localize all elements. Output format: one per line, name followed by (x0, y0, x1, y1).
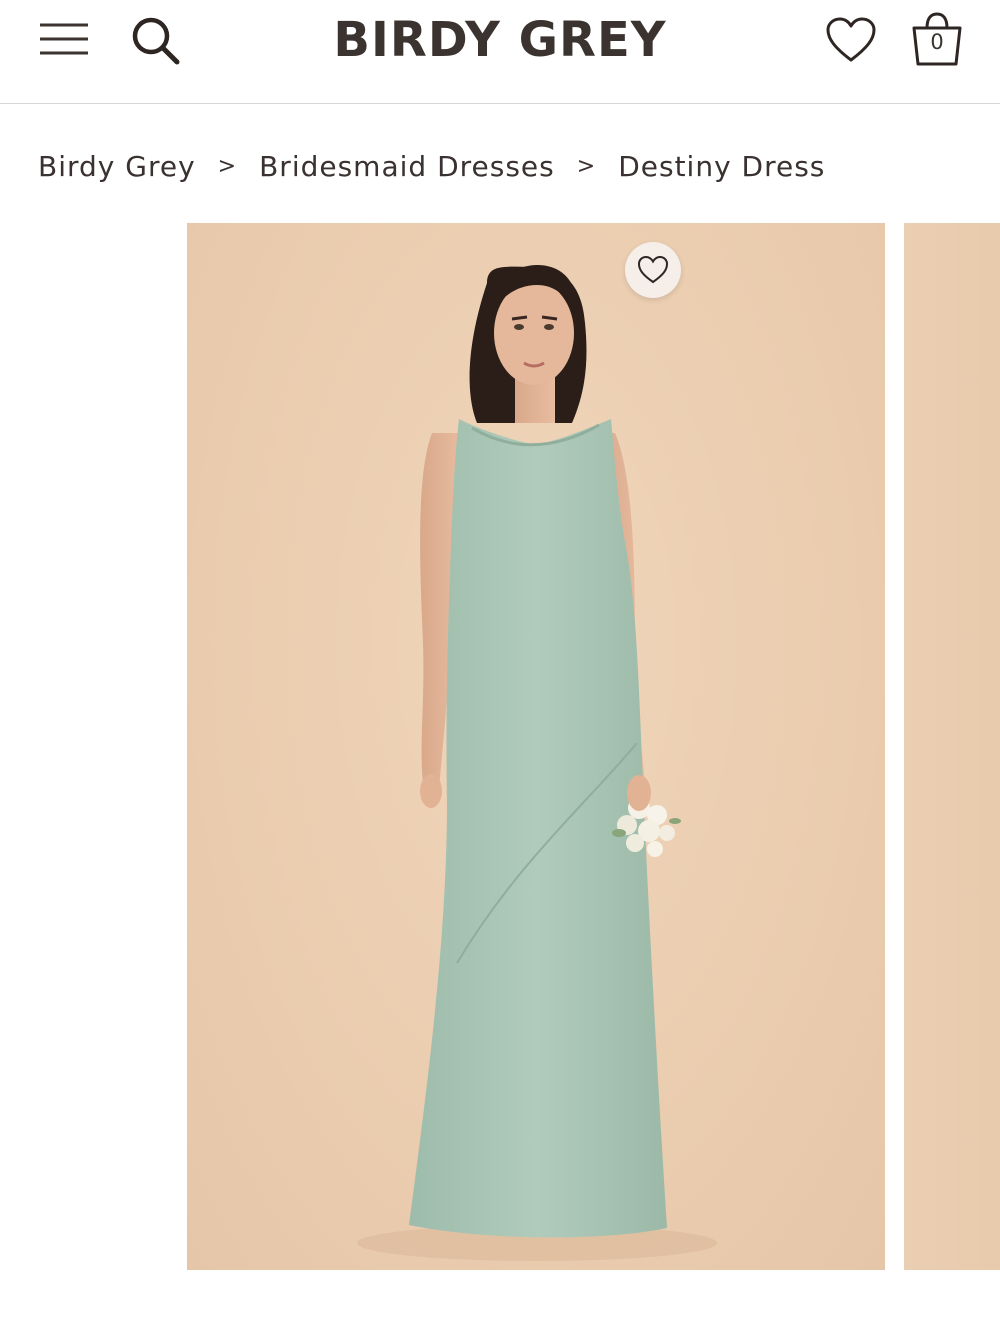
breadcrumb-separator: > (217, 153, 238, 179)
menu-button[interactable] (36, 14, 92, 64)
product-photo (357, 265, 717, 1261)
search-icon (132, 17, 180, 65)
shopping-bag-button[interactable]: 0 (906, 8, 968, 70)
breadcrumb-category[interactable]: Bridesmaid Dresses (259, 150, 555, 183)
product-image-main[interactable] (187, 223, 885, 1270)
breadcrumb: Birdy Grey > Bridesmaid Dresses > Destin… (38, 144, 825, 188)
breadcrumb-separator: > (576, 153, 597, 179)
hamburger-menu-icon (40, 23, 88, 55)
wishlist-button[interactable] (822, 12, 880, 68)
breadcrumb-home[interactable]: Birdy Grey (38, 150, 196, 183)
bag-count-badge: 0 (930, 30, 944, 54)
heart-icon (826, 17, 876, 62)
heart-outline-icon (637, 255, 669, 284)
breadcrumb-current: Destiny Dress (618, 149, 826, 183)
brand-logo[interactable]: BIRDY GREY (300, 12, 700, 68)
product-image-next[interactable] (904, 223, 1000, 1270)
site-header: BIRDY GREY 0 (0, 0, 1000, 104)
favorite-button[interactable] (625, 242, 681, 298)
search-button[interactable] (124, 10, 186, 70)
